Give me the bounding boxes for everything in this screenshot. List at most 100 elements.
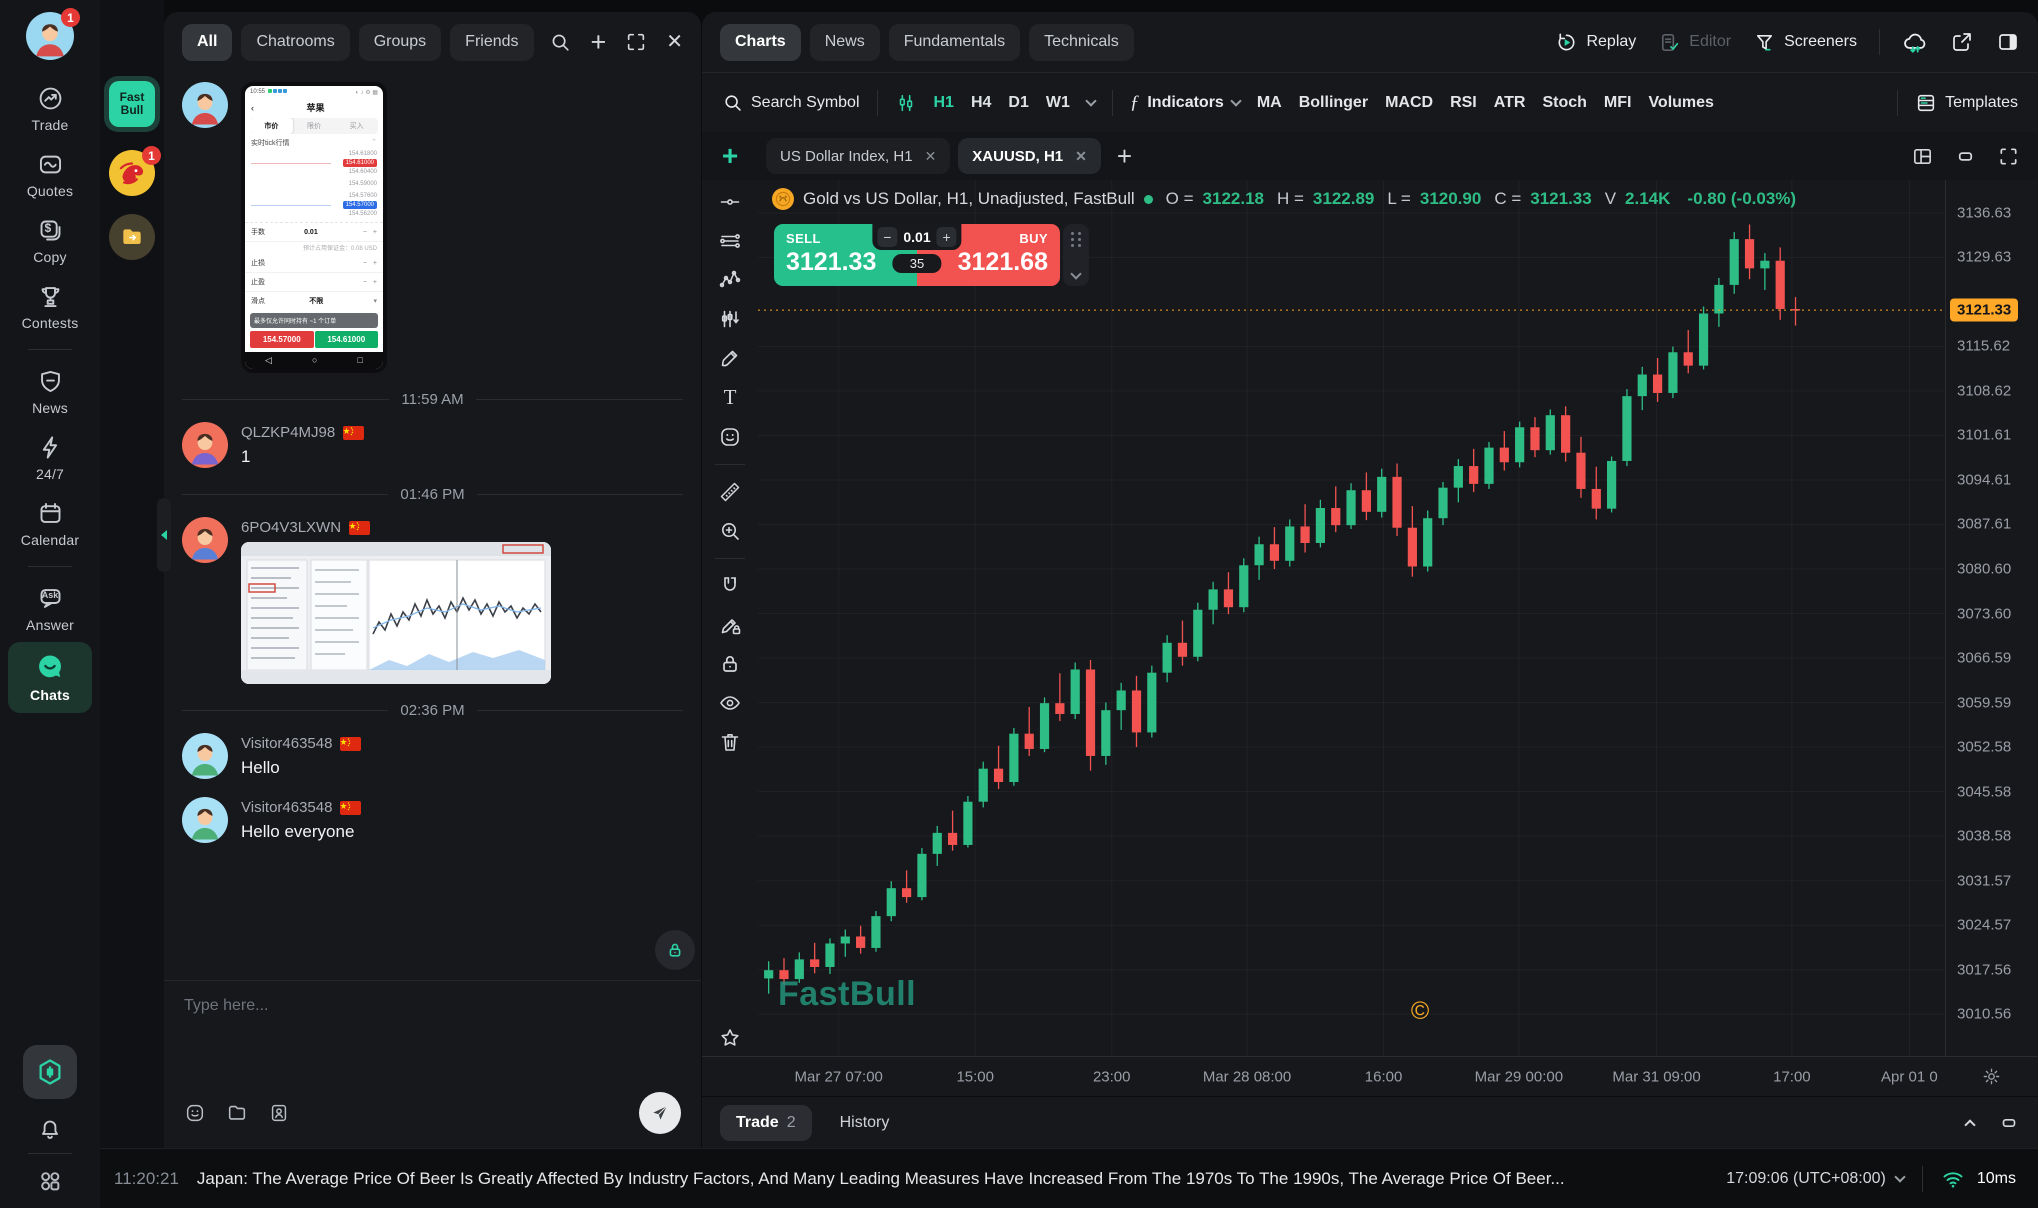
shared-desktop-screenshot[interactable] — [241, 542, 551, 684]
screeners-button[interactable]: Screeners — [1753, 31, 1857, 54]
position-tool-icon[interactable] — [718, 307, 742, 331]
replay-button[interactable]: Replay — [1555, 31, 1636, 54]
avatar[interactable] — [182, 733, 228, 779]
zoom-in-tool-icon[interactable] — [718, 519, 742, 543]
tab-fundamentals[interactable]: Fundamentals — [889, 24, 1020, 61]
order-widget-handle[interactable] — [1063, 224, 1089, 286]
indicator-macd[interactable]: MACD — [1385, 94, 1433, 112]
axis-settings-button[interactable] — [1945, 1057, 2038, 1096]
delete-drawings-icon[interactable] — [718, 730, 742, 754]
apps-grid-button[interactable] — [37, 1168, 63, 1194]
brush-tool-icon[interactable] — [718, 346, 742, 370]
tab-charts[interactable]: Charts — [720, 24, 801, 61]
timezone-clock[interactable]: 17:09:06 (UTC+08:00) — [1726, 1170, 1904, 1188]
fib-lines-tool-icon[interactable] — [718, 229, 742, 253]
bottom-tab-trade[interactable]: Trade 2 — [720, 1105, 812, 1141]
user-avatar[interactable]: 1 — [26, 12, 74, 60]
open-external-icon[interactable] — [1950, 30, 1974, 54]
price-axis[interactable]: 3136.633129.633115.623108.623101.613094.… — [1945, 180, 2038, 1056]
sticker-tool-icon[interactable] — [718, 425, 742, 449]
close-icon[interactable]: ✕ — [666, 32, 683, 52]
sidebar-item-quotes[interactable]: Quotes — [4, 142, 96, 208]
search-icon[interactable] — [549, 31, 571, 53]
sidebar-item-trade[interactable]: Trade — [4, 76, 96, 142]
chart-tab-usdindex[interactable]: US Dollar Index, H1 ✕ — [766, 138, 950, 174]
symbol-title[interactable]: Gold vs US Dollar, H1, Unadjusted, FastB… — [803, 189, 1135, 209]
avatar[interactable] — [182, 517, 228, 563]
layout-grid-icon[interactable] — [1911, 145, 1934, 168]
sidebar-item-contests[interactable]: Contests — [4, 274, 96, 340]
add-chat-icon[interactable]: + — [590, 29, 606, 56]
chart-type-candles-icon[interactable] — [895, 92, 917, 114]
indicator-mfi[interactable]: MFI — [1604, 94, 1632, 112]
sidebar-item-chats[interactable]: Chats — [8, 642, 92, 713]
chart-canvas[interactable]: Gold vs US Dollar, H1, Unadjusted, FastB… — [758, 180, 1945, 1056]
avatar[interactable] — [182, 422, 228, 468]
notifications-button[interactable] — [37, 1115, 63, 1141]
lot-plus-button[interactable]: + — [937, 227, 957, 247]
favorites-star-icon[interactable] — [718, 1026, 742, 1050]
templates-button[interactable]: Templates — [1915, 92, 2018, 114]
cloud-sync-icon[interactable] — [1902, 29, 1928, 55]
expand-panel-chevron-up-icon[interactable] — [1964, 1119, 1975, 1130]
chat-tab-all[interactable]: All — [182, 24, 232, 61]
room-dragon[interactable]: 1 — [109, 150, 155, 196]
close-tab-icon[interactable]: ✕ — [1075, 148, 1087, 165]
drawing-lock-tool-icon[interactable] — [718, 613, 742, 637]
fastbull-app-button[interactable] — [23, 1045, 77, 1099]
indicator-volumes[interactable]: Volumes — [1648, 94, 1714, 112]
send-button[interactable] — [639, 1092, 681, 1134]
room-fastbull[interactable]: Fast Bull — [104, 76, 160, 132]
magnet-tool-icon[interactable] — [718, 574, 742, 598]
contact-card-icon[interactable] — [268, 1102, 290, 1124]
expand-icon[interactable] — [625, 31, 647, 53]
indicators-button[interactable]: ƒ Indicators — [1130, 92, 1240, 114]
close-tab-icon[interactable]: ✕ — [925, 148, 937, 165]
panel-toggle-icon[interactable] — [1996, 30, 2020, 54]
lot-minus-button[interactable]: − — [877, 227, 897, 247]
bottom-tab-history[interactable]: History — [824, 1105, 906, 1141]
timeframe-w1[interactable]: W1 — [1046, 94, 1070, 112]
sidebar-item-answer[interactable]: Ask Answer — [4, 576, 96, 642]
news-ticker[interactable]: Japan: The Average Price Of Beer Is Grea… — [197, 1169, 1708, 1189]
lot-value[interactable]: 0.01 — [903, 229, 930, 245]
timeframes-chevron-down-icon[interactable] — [1085, 95, 1096, 106]
chat-tab-friends[interactable]: Friends — [450, 24, 533, 61]
timeframe-d1[interactable]: D1 — [1008, 94, 1028, 112]
sidebar-item-news[interactable]: News — [4, 359, 96, 425]
chat-tab-groups[interactable]: Groups — [359, 24, 441, 61]
add-drawing-button[interactable]: + — [702, 140, 758, 172]
search-symbol-button[interactable]: Search Symbol — [722, 92, 860, 113]
ruler-tool-icon[interactable] — [718, 480, 742, 504]
tab-technicals[interactable]: Technicals — [1029, 24, 1134, 61]
minimize-panel-icon[interactable] — [1954, 145, 1977, 168]
indicator-ma[interactable]: MA — [1257, 94, 1282, 112]
sidebar-item-calendar[interactable]: Calendar — [4, 491, 96, 557]
chat-tab-chatrooms[interactable]: Chatrooms — [241, 24, 349, 61]
pattern-tool-icon[interactable] — [718, 268, 742, 292]
room-folder[interactable] — [109, 214, 155, 260]
emoji-icon[interactable] — [184, 1102, 206, 1124]
new-chart-tab-button[interactable]: + — [1117, 143, 1132, 169]
indicator-rsi[interactable]: RSI — [1450, 94, 1477, 112]
chart-tab-xauusd[interactable]: XAUUSD, H1 ✕ — [958, 138, 1101, 174]
chat-lock-button[interactable] — [655, 930, 695, 970]
time-axis-labels[interactable]: Mar 27 07:0015:0023:00Mar 28 08:0016:00M… — [758, 1057, 1945, 1096]
indicator-atr[interactable]: ATR — [1494, 94, 1526, 112]
chat-input[interactable] — [184, 997, 681, 1015]
editor-button[interactable]: Editor — [1658, 31, 1731, 54]
sidebar-item-247[interactable]: 24/7 — [4, 425, 96, 491]
shared-phone-screenshot[interactable]: 10:55 ◐ ♪ ⚙ ▦ ‹ 苹果 市价 限 — [241, 82, 387, 373]
avatar[interactable] — [182, 797, 228, 843]
text-tool-icon[interactable]: T — [724, 385, 737, 410]
order-widget-chevron-down-icon[interactable] — [1070, 268, 1081, 279]
timeframe-h1[interactable]: H1 — [934, 94, 954, 112]
indicator-stoch[interactable]: Stoch — [1542, 94, 1586, 112]
trendline-tool-icon[interactable] — [718, 190, 742, 214]
sidebar-item-copy[interactable]: $ Copy — [4, 208, 96, 274]
attach-folder-icon[interactable] — [226, 1102, 248, 1124]
fullscreen-icon[interactable] — [1997, 145, 2020, 168]
rail-collapse-handle[interactable] — [157, 498, 171, 572]
lock-all-tool-icon[interactable] — [718, 652, 742, 676]
hide-drawings-icon[interactable] — [718, 691, 742, 715]
